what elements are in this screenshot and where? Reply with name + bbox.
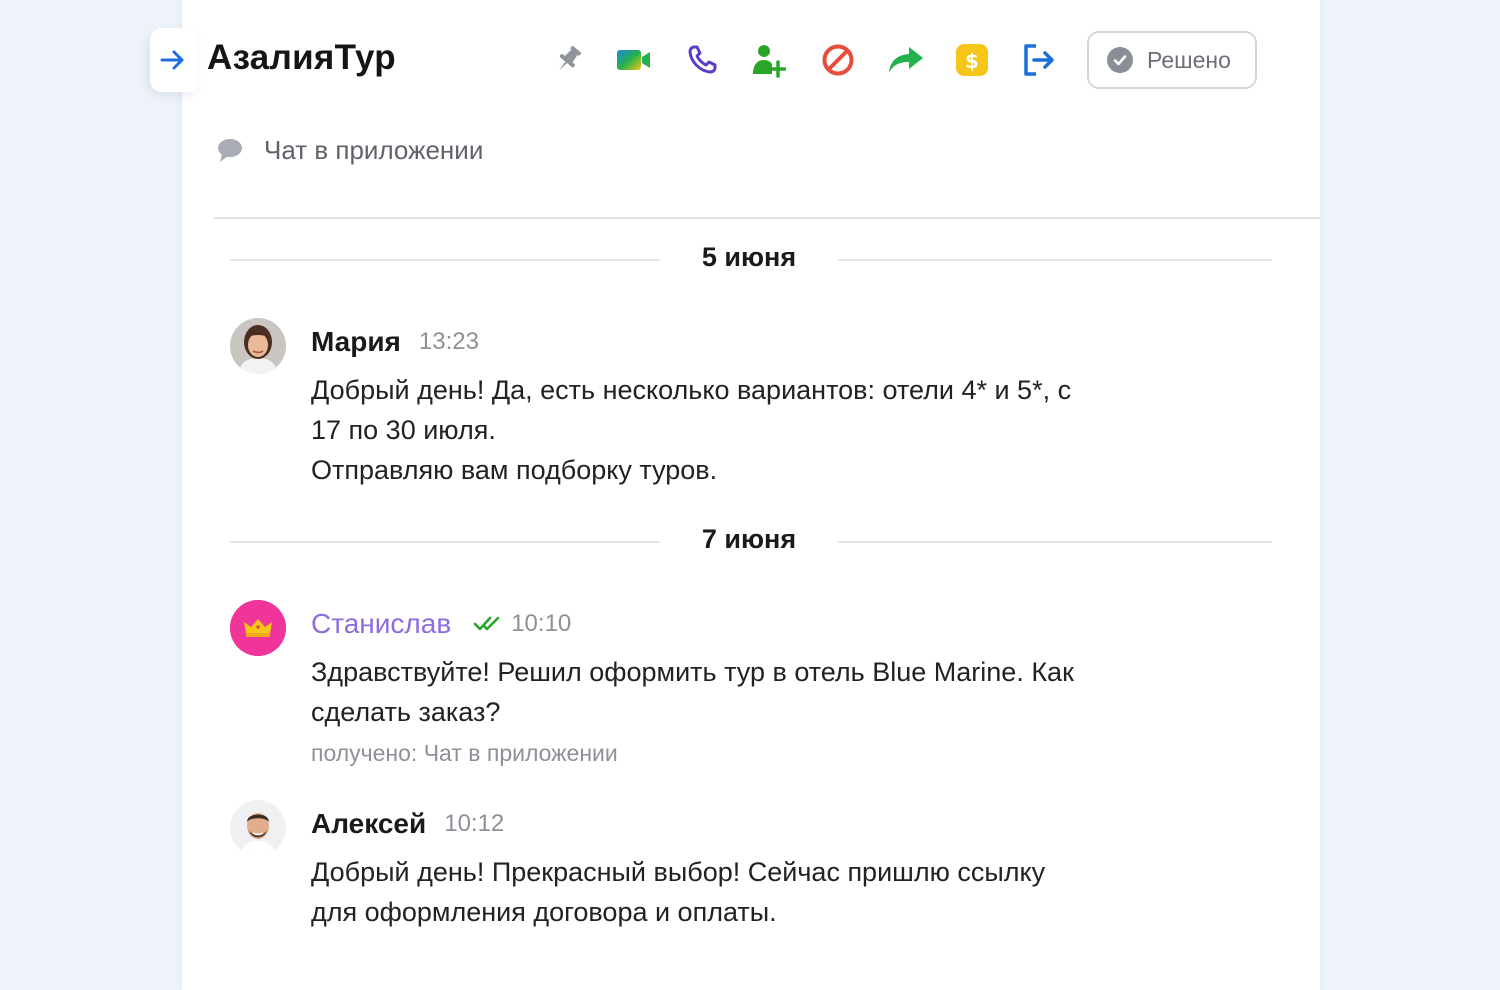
message-line: Отправляю вам подборку туров. (311, 455, 718, 485)
message-item: Алексей 10:12 Добрый день! Прекрасный вы… (230, 800, 1190, 940)
resolve-button[interactable]: Решено (1087, 31, 1257, 89)
app-background: АзалияТур $ Решено Чат в приложении 5 ию… (0, 0, 1500, 990)
avatar-stanislav[interactable] (230, 600, 286, 656)
payment-icon: $ (956, 44, 988, 76)
message-line: 17 по 30 июля. (311, 415, 496, 445)
video-call-icon (617, 50, 650, 70)
pin-button[interactable] (548, 40, 588, 80)
date-label: 5 июня (701, 242, 797, 272)
channel-indicator: Чат в приложении (216, 130, 483, 170)
block-icon (822, 44, 854, 76)
resolve-label: Решено (1147, 46, 1231, 73)
message-header: Алексей 10:12 (311, 804, 504, 844)
message-line: Здравствуйте! Решил оформить тур в отель… (311, 657, 1074, 687)
divider (230, 541, 660, 543)
check-circle-icon (1107, 47, 1133, 73)
leave-chat-button[interactable] (1018, 40, 1058, 80)
collapse-panel-button[interactable] (150, 28, 196, 92)
phone-button[interactable] (682, 40, 722, 80)
message-header: Станислав 10:10 (311, 604, 571, 644)
exit-icon (1024, 44, 1054, 76)
message-time: 13:23 (418, 328, 479, 355)
forward-icon (889, 47, 923, 73)
message-item: Мария 13:23 Добрый день! Да, есть нескол… (230, 318, 1190, 498)
date-separator: 5 июня (230, 240, 1272, 280)
message-header: Мария 13:23 (311, 322, 479, 362)
message-line: Добрый день! Да, есть несколько варианто… (311, 375, 1072, 405)
author-name[interactable]: Станислав (311, 608, 451, 640)
message-line: Добрый день! Прекрасный выбор! Сейчас пр… (311, 857, 1046, 887)
payment-button[interactable]: $ (952, 40, 992, 80)
add-user-icon (753, 45, 786, 78)
chat-bubble-icon (218, 139, 242, 162)
pin-icon (559, 46, 581, 71)
divider (230, 259, 660, 261)
message-text: Добрый день! Да, есть несколько варианто… (311, 370, 1181, 490)
add-participant-button[interactable] (748, 40, 788, 80)
avatar-maria[interactable] (230, 318, 286, 374)
message-time: 10:12 (444, 810, 505, 837)
forward-button[interactable] (886, 40, 926, 80)
message-text: Добрый день! Прекрасный выбор! Сейчас пр… (311, 852, 1181, 932)
author-name[interactable]: Алексей (311, 808, 426, 840)
block-button[interactable] (818, 40, 858, 80)
divider (838, 541, 1272, 543)
received-via: получено: Чат в приложении (311, 740, 618, 766)
author-name[interactable]: Мария (311, 326, 401, 358)
arrow-right-icon (160, 50, 184, 70)
video-call-button[interactable] (614, 40, 654, 80)
message-item: Станислав 10:10 Здравствуйте! Решил офор… (230, 600, 1190, 780)
divider (838, 259, 1272, 261)
avatar-aleksei[interactable] (230, 800, 286, 856)
header-divider (214, 217, 1320, 219)
date-label: 7 июня (701, 524, 797, 554)
message-text: Здравствуйте! Решил оформить тур в отель… (311, 652, 1181, 770)
svg-text:$: $ (965, 49, 979, 73)
message-line: для оформления договора и оплаты. (311, 897, 777, 927)
message-time: 10:10 (511, 610, 572, 637)
channel-label: Чат в приложении (264, 134, 484, 165)
chat-title: АзалияТур (207, 38, 396, 77)
double-check-icon (473, 616, 500, 631)
date-separator: 7 июня (230, 522, 1272, 562)
phone-icon (688, 45, 717, 74)
message-line: сделать заказ? (311, 697, 501, 727)
